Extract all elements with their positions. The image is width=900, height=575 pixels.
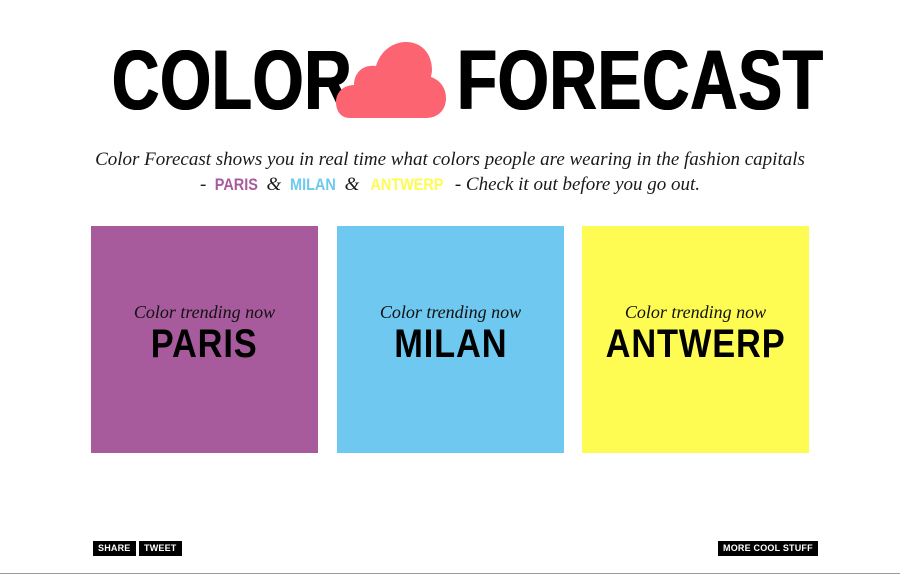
card-paris[interactable]: Color trending now PARIS <box>91 226 318 453</box>
card-subtitle: Color trending now <box>379 302 522 322</box>
tagline: Color Forecast shows you in real time wh… <box>90 147 810 197</box>
tagline-city-paris[interactable]: PARIS <box>215 172 258 197</box>
card-city-label: ANTWERP <box>605 322 786 366</box>
tagline-amp-1: & <box>261 174 287 195</box>
card-subtitle: Color trending now <box>133 302 276 322</box>
logo: COLOR FORECAST <box>0 38 900 122</box>
card-city-name: MILAN <box>337 322 564 367</box>
more-cool-stuff-button[interactable]: MORE COOL STUFF <box>718 541 818 556</box>
logo-title-right: FORECAST <box>457 33 824 127</box>
card-milan[interactable]: Color trending now MILAN <box>337 226 564 453</box>
tagline-text-2: - Check it out before you go out. <box>450 174 701 195</box>
tagline-city-milan[interactable]: MILAN <box>290 172 336 197</box>
card-subtitle: Color trending now <box>624 302 767 322</box>
tagline-city-antwerp[interactable]: ANTWERP <box>371 172 444 197</box>
tagline-amp-2: & <box>339 174 365 195</box>
tweet-button[interactable]: TWEET <box>139 541 182 556</box>
card-city-name: ANTWERP <box>582 322 809 367</box>
cloud-icon <box>336 42 446 118</box>
share-button[interactable]: SHARE <box>93 541 136 556</box>
card-city-label: PARIS <box>151 322 258 366</box>
card-antwerp[interactable]: Color trending now ANTWERP <box>582 226 809 453</box>
card-city-name: PARIS <box>91 322 318 367</box>
logo-title-left: COLOR <box>112 33 353 127</box>
bottom-divider <box>0 573 900 574</box>
card-city-label: MILAN <box>393 322 508 366</box>
